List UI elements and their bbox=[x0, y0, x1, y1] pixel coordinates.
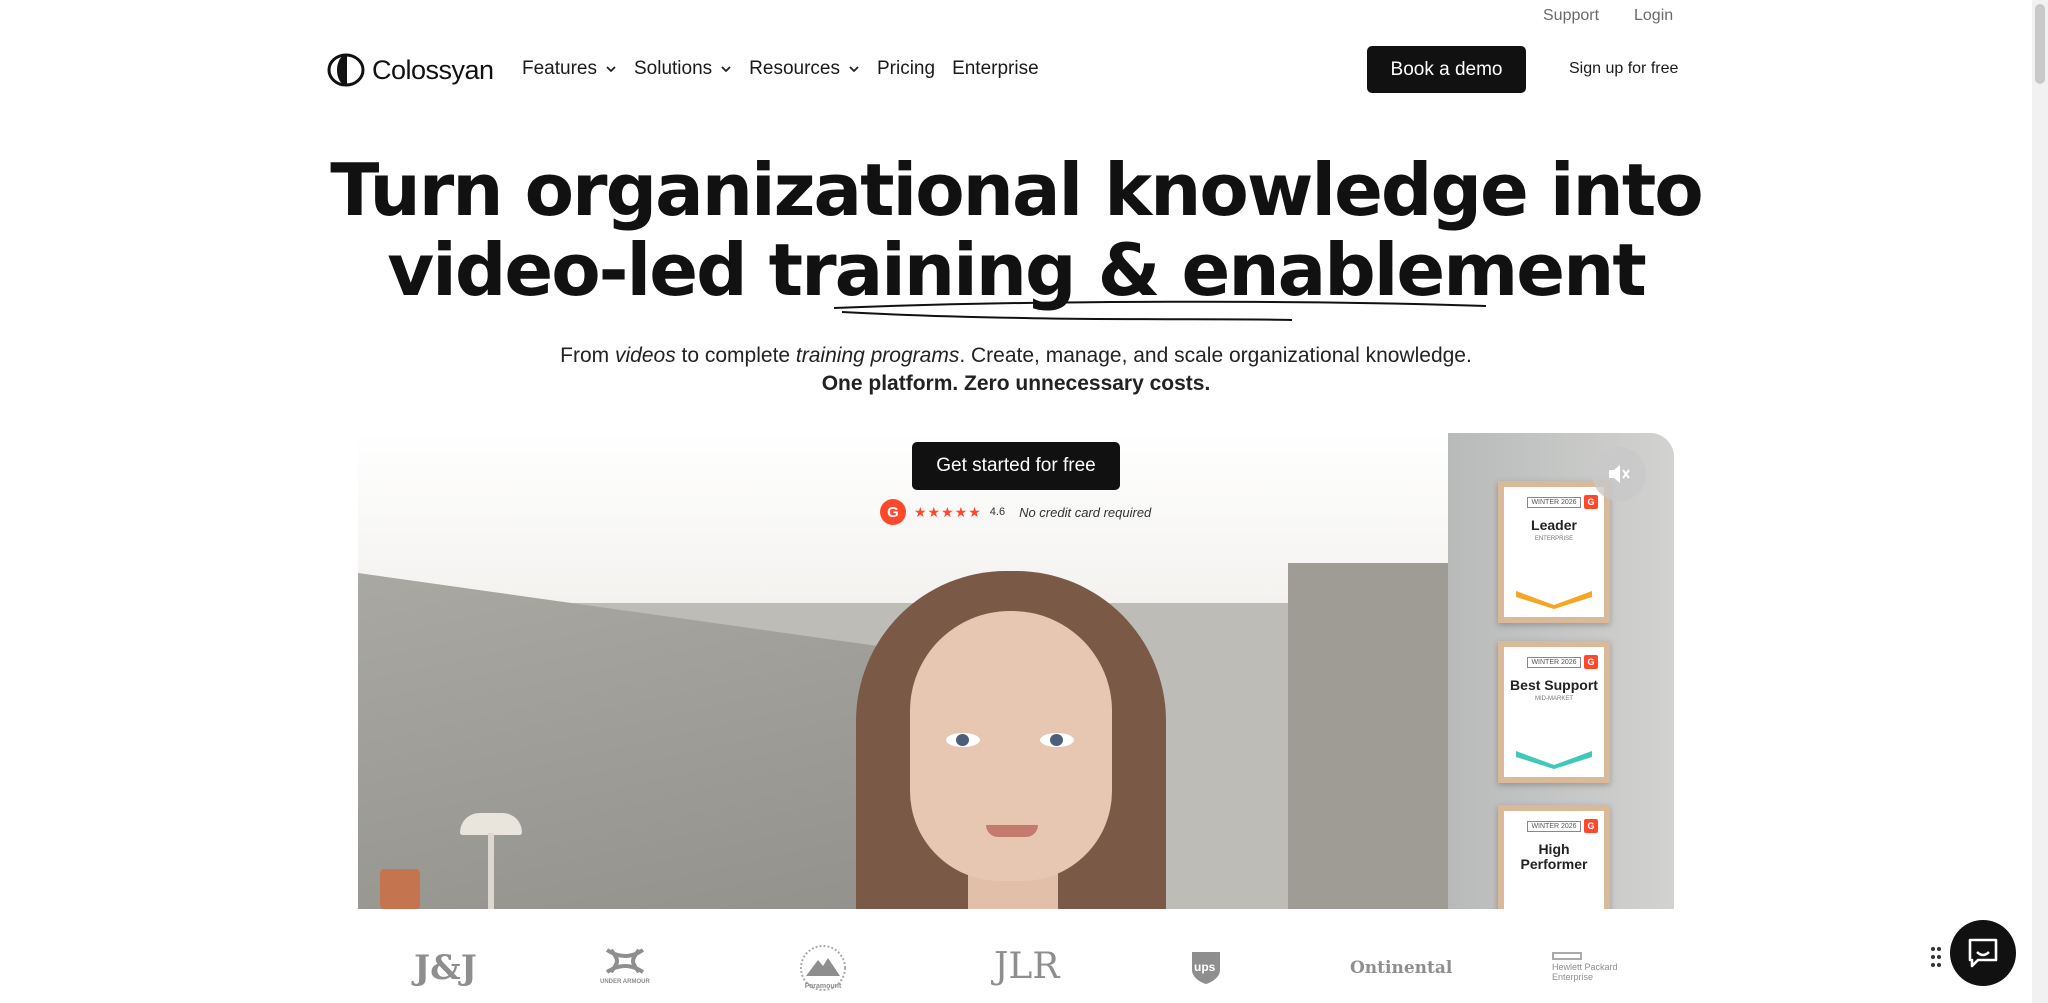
badge-title: Best Support bbox=[1510, 677, 1598, 693]
g2-badge-best-support: WINTER 2026 G Best Support MID-MARKET bbox=[1498, 641, 1610, 783]
nav-enterprise[interactable]: Enterprise bbox=[952, 58, 1039, 80]
mute-button[interactable] bbox=[1592, 447, 1646, 501]
chat-button[interactable] bbox=[1950, 920, 2016, 986]
page-scrollbar[interactable] bbox=[2032, 0, 2048, 1003]
g2-badge-leader: WINTER 2026 G Leader ENTERPRISE bbox=[1498, 481, 1610, 623]
rating-score: 4.6 bbox=[989, 506, 1006, 518]
logo-under-armour: UNDER ARMOUR bbox=[600, 948, 650, 985]
badge-segment: ENTERPRISE bbox=[1534, 535, 1574, 542]
video-lamp bbox=[460, 813, 522, 835]
hero-sub-mid: to complete bbox=[675, 344, 796, 367]
login-link[interactable]: Login bbox=[1634, 7, 1673, 25]
customer-logos: J&J UNDER ARMOUR Paramount JLR ups Ontin… bbox=[334, 910, 1696, 1003]
book-demo-button[interactable]: Book a demo bbox=[1367, 46, 1526, 93]
badge-chevron bbox=[1516, 751, 1592, 769]
brand-name: Colossyan bbox=[372, 54, 494, 85]
badge-season: WINTER 2026 bbox=[1527, 497, 1581, 508]
star-rating-icon: ★★★★★ bbox=[914, 503, 982, 520]
hero-subtitle: From videos to complete training program… bbox=[0, 344, 2032, 368]
chat-bubble-icon bbox=[1968, 938, 1998, 968]
nav-features[interactable]: Features bbox=[522, 58, 617, 80]
no-credit-card-note: No credit card required bbox=[1019, 504, 1152, 520]
nav-resources-label: Resources bbox=[749, 58, 840, 79]
g2-logo-icon: G bbox=[880, 499, 906, 525]
logo-jnj: J&J bbox=[414, 948, 477, 988]
hpe-rectangle-icon bbox=[1552, 952, 1582, 960]
hero-sub-programs: training programs bbox=[795, 344, 960, 367]
g2-logo-icon: G bbox=[1584, 495, 1598, 509]
chevron-down-icon bbox=[721, 66, 731, 73]
presenter-eye bbox=[946, 733, 980, 747]
hero-sub-videos: videos bbox=[614, 344, 676, 367]
chevron-down-icon bbox=[849, 66, 859, 73]
chevron-down-icon bbox=[606, 66, 616, 73]
nav-features-label: Features bbox=[522, 58, 597, 79]
video-lamp-stem bbox=[488, 833, 494, 909]
logo-jlr: JLR bbox=[994, 946, 1060, 987]
sign-up-link[interactable]: Sign up for free bbox=[1569, 60, 1678, 78]
hero-sub-from: From bbox=[560, 344, 615, 367]
video-vase bbox=[380, 869, 420, 909]
colossyan-logo-icon bbox=[327, 53, 365, 87]
drag-handle-icon[interactable] bbox=[1930, 946, 1942, 968]
badge-title: Leader bbox=[1531, 517, 1577, 533]
logo-hpe-text: Hewlett Packard Enterprise bbox=[1552, 962, 1618, 982]
hero-title-line1: Turn organizational knowledge into bbox=[330, 148, 1703, 232]
brand-logo[interactable]: Colossyan bbox=[326, 53, 494, 87]
g2-rating: G ★★★★★ 4.6 No credit card required bbox=[880, 499, 1151, 525]
logo-continental: Ontinental bbox=[1350, 958, 1453, 978]
badge-title: High Performer bbox=[1520, 841, 1588, 872]
nav-pricing[interactable]: Pricing bbox=[877, 58, 935, 80]
under-armour-icon bbox=[605, 948, 644, 974]
logo-ups: ups bbox=[1190, 950, 1222, 991]
video-door bbox=[1288, 563, 1448, 909]
presenter-face bbox=[910, 611, 1112, 881]
logo-hpe: Hewlett Packard Enterprise bbox=[1552, 952, 1622, 982]
handdrawn-underline bbox=[833, 300, 1487, 321]
logo-ups-text: ups bbox=[1194, 960, 1216, 974]
presenter-eye bbox=[1040, 733, 1074, 747]
nav-resources[interactable]: Resources bbox=[749, 58, 860, 80]
g2-badge-high-performer: WINTER 2026 G High Performer bbox=[1498, 805, 1610, 909]
speaker-muted-icon bbox=[1609, 465, 1630, 483]
badge-chevron bbox=[1516, 591, 1592, 609]
g2-logo-icon: G bbox=[1584, 819, 1598, 833]
main-nav: Features Solutions Resources Pricing Ent… bbox=[522, 58, 1039, 80]
nav-solutions[interactable]: Solutions bbox=[634, 58, 732, 80]
scrollbar-thumb[interactable] bbox=[2035, 4, 2045, 84]
hero-sub-end: . Create, manage, and scale organization… bbox=[959, 344, 1472, 367]
support-link[interactable]: Support bbox=[1543, 7, 1599, 25]
badge-season: WINTER 2026 bbox=[1527, 657, 1581, 668]
nav-solutions-label: Solutions bbox=[633, 58, 713, 79]
hero-subtitle-bold: One platform. Zero unnecessary costs. bbox=[821, 372, 1211, 395]
badge-season: WINTER 2026 bbox=[1527, 821, 1581, 832]
logo-paramount: Paramount bbox=[794, 944, 852, 991]
logo-under-armour-text: UNDER ARMOUR bbox=[600, 979, 650, 985]
get-started-button[interactable]: Get started for free bbox=[912, 442, 1120, 490]
badge-segment: MID-MARKET bbox=[1535, 695, 1573, 702]
g2-logo-icon: G bbox=[1584, 655, 1598, 669]
presenter-mouth bbox=[986, 825, 1038, 837]
